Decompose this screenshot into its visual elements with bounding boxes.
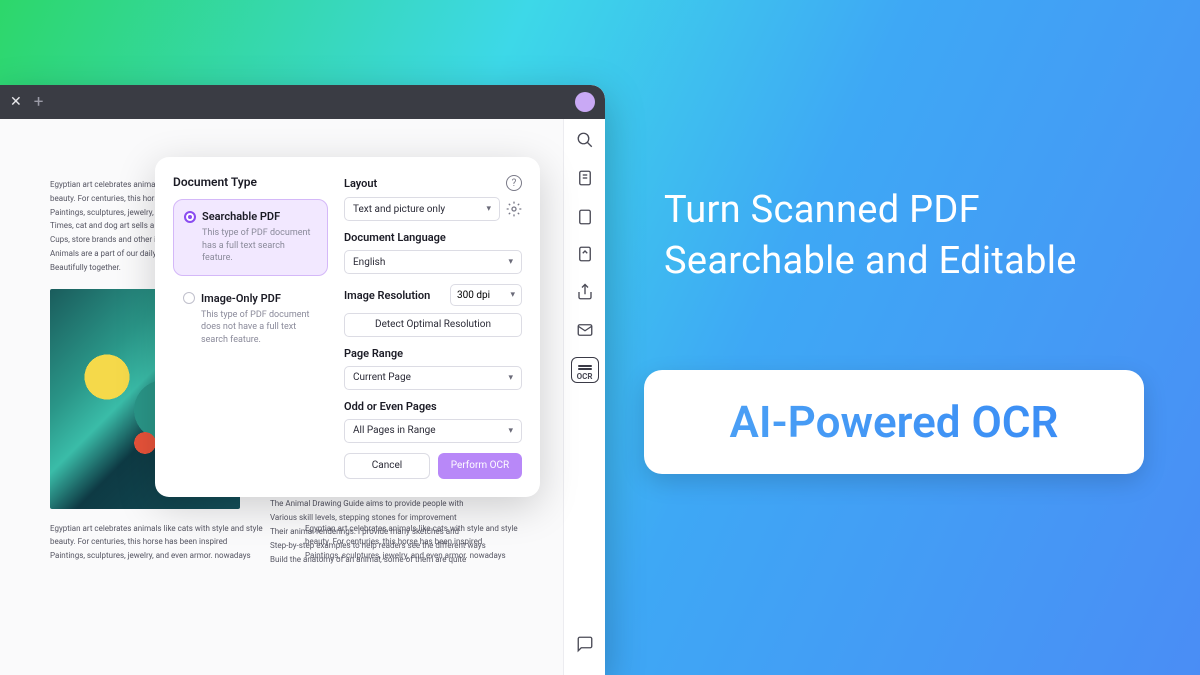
close-icon[interactable]: ✕: [10, 94, 22, 110]
settings-column: Layout ? Text and picture only Document …: [344, 175, 522, 479]
mail-icon[interactable]: [574, 319, 596, 341]
detect-resolution-button[interactable]: Detect Optimal Resolution: [344, 313, 522, 337]
ocr-dialog: Document Type Searchable PDF This type o…: [155, 157, 540, 497]
headline-line2: Searchable and Editable: [664, 239, 1077, 283]
search-icon[interactable]: [574, 129, 596, 151]
ocr-icon[interactable]: OCR: [571, 357, 599, 383]
odd-even-label: Odd or Even Pages: [344, 400, 522, 413]
badge-text: AI-Powered OCR: [729, 396, 1058, 448]
content-area: Egyptian art celebrates animal beauty. F…: [0, 119, 605, 675]
language-label: Document Language: [344, 231, 522, 244]
cancel-button[interactable]: Cancel: [344, 453, 430, 479]
perform-ocr-button[interactable]: Perform OCR: [438, 453, 522, 479]
right-sidebar: OCR: [563, 119, 605, 675]
chat-icon[interactable]: [574, 633, 596, 655]
resolution-select[interactable]: 300 dpi: [450, 284, 522, 306]
layout-select[interactable]: Text and picture only: [344, 197, 500, 221]
page-icon[interactable]: [574, 167, 596, 189]
option-searchable-pdf[interactable]: Searchable PDF This type of PDF document…: [173, 199, 328, 276]
radio-unselected-icon: [183, 292, 195, 304]
page-range-select[interactable]: Current Page: [344, 366, 522, 390]
pdfa-icon[interactable]: [574, 205, 596, 227]
odd-even-select[interactable]: All Pages in Range: [344, 419, 522, 443]
layout-label: Layout: [344, 177, 377, 190]
share-icon[interactable]: [574, 281, 596, 303]
avatar[interactable]: [575, 92, 595, 112]
document-type-label: Document Type: [173, 175, 328, 189]
new-tab-icon[interactable]: +: [34, 92, 44, 112]
titlebar: ✕ +: [0, 85, 605, 119]
feature-badge: AI-Powered OCR: [644, 370, 1144, 474]
document-type-column: Document Type Searchable PDF This type o…: [173, 175, 328, 479]
marketing-headline: Turn Scanned PDF Searchable and Editable: [664, 185, 1144, 288]
headline-line1: Turn Scanned PDF: [664, 188, 980, 232]
gear-icon[interactable]: [506, 201, 522, 217]
compress-icon[interactable]: [574, 243, 596, 265]
option-image-only-pdf[interactable]: Image-Only PDF This type of PDF document…: [173, 282, 328, 357]
resolution-label: Image Resolution: [344, 289, 444, 302]
radio-selected-icon: [184, 211, 196, 223]
app-window: ✕ + Egyptian art celebrates animal beaut…: [0, 85, 605, 675]
language-select[interactable]: English: [344, 250, 522, 274]
page-range-label: Page Range: [344, 347, 522, 360]
help-icon[interactable]: ?: [506, 175, 522, 191]
